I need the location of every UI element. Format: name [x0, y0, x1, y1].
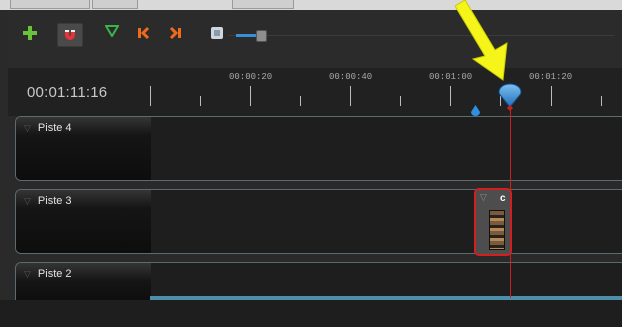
ruler-tick-minor	[200, 96, 201, 106]
timeline-toolbar	[8, 10, 622, 68]
track-piste-4[interactable]: ▽ Piste 4	[15, 116, 622, 181]
bottom-panel-strip	[0, 300, 622, 327]
previous-marker-icon[interactable]	[134, 24, 152, 42]
ruler-label: 00:00:40	[329, 72, 373, 82]
track-piste-3[interactable]: ▽ Piste 3	[15, 189, 622, 254]
snapping-magnet-icon[interactable]	[57, 23, 83, 47]
panel-tab[interactable]	[92, 0, 138, 9]
ruler-tick-minor	[300, 96, 301, 106]
track-name: Piste 2	[37, 268, 72, 280]
ruler-label: 00:00:20	[229, 72, 273, 82]
track-name: Piste 3	[37, 195, 72, 207]
ruler-tick-major	[551, 86, 552, 106]
ruler-tick-minor	[601, 96, 602, 106]
chevron-down-icon[interactable]: ▽	[24, 123, 31, 134]
clip-title: c	[500, 193, 506, 204]
track-header[interactable]: ▽ Piste 4	[16, 117, 151, 180]
chevron-down-icon[interactable]: ▽	[480, 192, 487, 203]
ruler-tick-major	[150, 86, 151, 106]
ruler-tick-major	[450, 86, 451, 106]
ruler-tick-minor	[400, 96, 401, 106]
track-name: Piste 4	[37, 122, 72, 134]
ruler-tick-major	[350, 86, 351, 106]
track-content[interactable]	[151, 117, 622, 180]
track-content[interactable]	[151, 190, 622, 253]
chevron-down-icon[interactable]: ▽	[24, 269, 31, 280]
chevron-down-icon[interactable]: ▽	[24, 196, 31, 207]
panel-tab[interactable]	[10, 0, 90, 9]
current-timecode: 00:01:11:16	[27, 84, 108, 101]
next-marker-icon[interactable]	[167, 24, 185, 42]
add-marker-icon[interactable]	[103, 22, 121, 40]
playhead-line[interactable]	[510, 108, 511, 298]
zoom-slider-track[interactable]	[228, 35, 614, 36]
track-header[interactable]: ▽ Piste 2	[16, 263, 151, 303]
add-track-icon[interactable]	[21, 24, 39, 42]
video-clip[interactable]: ▽ c	[474, 188, 512, 256]
playhead-handle[interactable]	[498, 82, 522, 117]
zoom-slider-fill	[236, 34, 256, 37]
zoom-slider-handle[interactable]	[256, 30, 267, 42]
clip-thumbnail	[489, 210, 505, 250]
ruler-label: 00:01:20	[529, 72, 573, 82]
center-on-playhead-icon[interactable]	[208, 24, 226, 42]
panel-tab[interactable]	[232, 0, 294, 9]
track-header[interactable]: ▽ Piste 3	[16, 190, 151, 253]
ruler-tick-major	[250, 86, 251, 106]
annotation-arrow-icon	[454, 0, 515, 87]
